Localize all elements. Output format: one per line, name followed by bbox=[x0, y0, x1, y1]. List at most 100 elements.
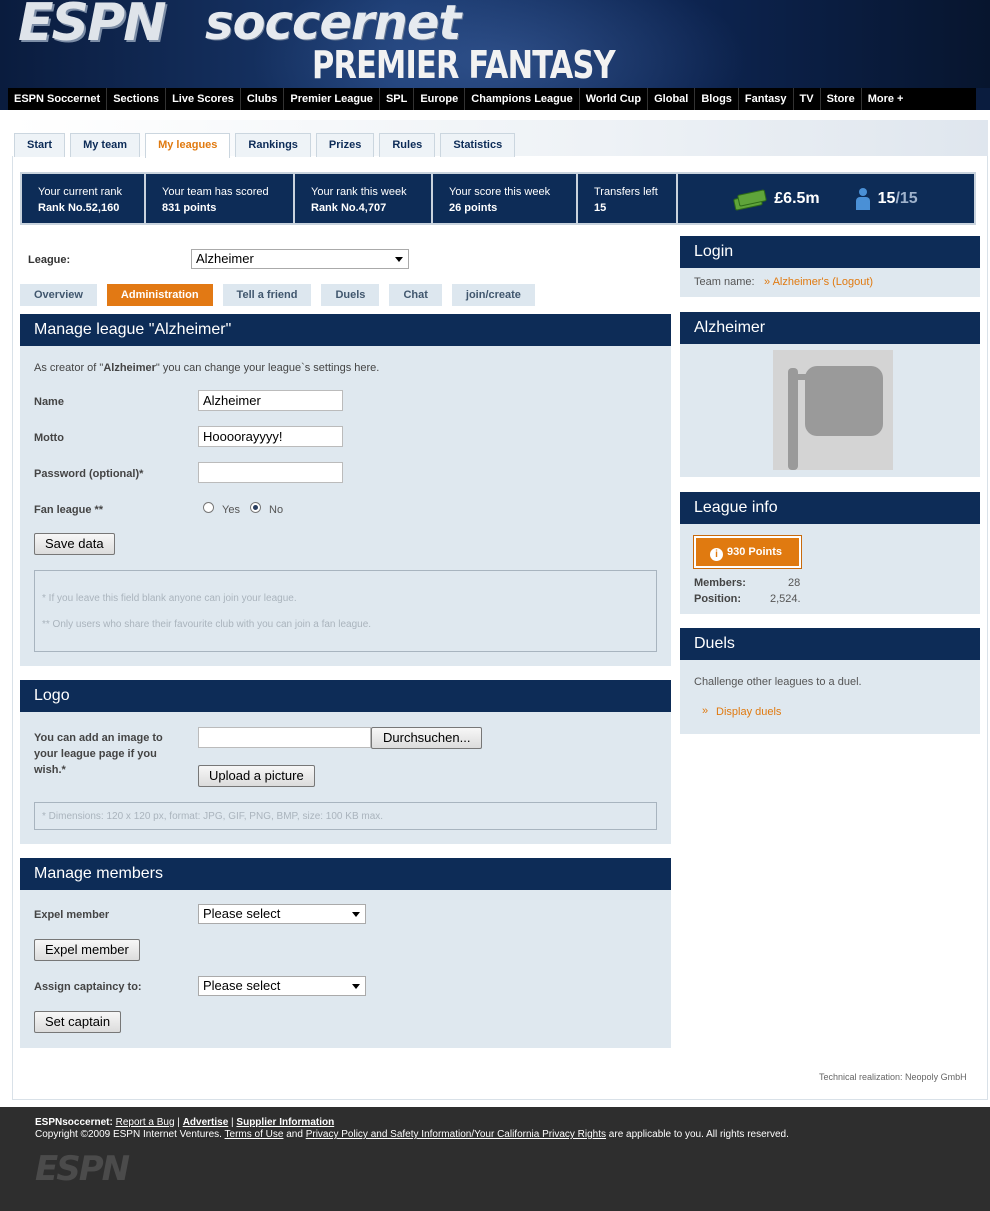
terms-link[interactable]: Terms of Use bbox=[225, 1129, 284, 1140]
logo-file-input[interactable] bbox=[198, 727, 371, 748]
league-info-title: League info bbox=[680, 492, 980, 524]
team-name-label: Team name: bbox=[694, 276, 755, 288]
copyright-text: Copyright ©2009 ESPN Internet Ventures. bbox=[35, 1129, 222, 1140]
stat-team-scored: Your team has scored 831 points bbox=[146, 174, 295, 223]
site-footer: ESPNsoccernet: Report a Bug | Advertise … bbox=[0, 1107, 990, 1211]
motto-input[interactable]: Hoooorayyyy! bbox=[198, 426, 343, 447]
password-input[interactable] bbox=[198, 462, 343, 483]
intro-pre: As creator of " bbox=[34, 362, 104, 374]
nav-tv[interactable]: TV bbox=[794, 88, 821, 110]
tab-start[interactable]: Start bbox=[14, 133, 66, 157]
assign-captain-select[interactable]: Please select bbox=[198, 976, 366, 996]
expel-member-label: Expel member bbox=[34, 909, 110, 921]
nav-europe[interactable]: Europe bbox=[414, 88, 466, 110]
points-value: 930 Points bbox=[727, 546, 783, 558]
logo-panel: Logo You can add an image to your league… bbox=[20, 680, 671, 844]
league-label: League: bbox=[28, 254, 71, 266]
espn-logo[interactable]: ESPN bbox=[18, 0, 167, 49]
members-value: 28 bbox=[788, 577, 801, 589]
privacy-link[interactable]: Privacy Policy and Safety Information/Yo… bbox=[306, 1129, 606, 1140]
league-logo-placeholder bbox=[773, 350, 893, 470]
subtab-join-create[interactable]: join/create bbox=[451, 284, 535, 306]
nav-world-cup[interactable]: World Cup bbox=[580, 88, 649, 110]
nav-champions-league[interactable]: Champions League bbox=[465, 88, 580, 110]
logo-instructions: You can add an image to your league page… bbox=[34, 732, 163, 776]
and-text: and bbox=[286, 1129, 303, 1140]
expel-member-button[interactable]: Expel member bbox=[34, 939, 140, 961]
position-label: Position: bbox=[694, 593, 742, 605]
nav-live-scores[interactable]: Live Scores bbox=[166, 88, 241, 110]
tab-rankings[interactable]: Rankings bbox=[235, 133, 311, 157]
captain-select-value: Please select bbox=[203, 978, 281, 993]
league-select[interactable]: Alzheimer bbox=[191, 249, 409, 269]
tab-my-team[interactable]: My team bbox=[70, 133, 141, 157]
league-card-panel: Alzheimer bbox=[680, 312, 980, 477]
squad-total: /15 bbox=[895, 189, 918, 207]
stat-label: Your current rank bbox=[38, 186, 122, 198]
subtab-overview[interactable]: Overview bbox=[20, 284, 97, 306]
fan-league-no-radio[interactable] bbox=[250, 502, 261, 513]
report-bug-link[interactable]: Report a Bug bbox=[116, 1117, 175, 1128]
soccernet-logo[interactable]: soccernet bbox=[205, 0, 461, 47]
stat-value: 26 points bbox=[449, 202, 498, 214]
display-duels-link[interactable]: Display duels bbox=[716, 706, 781, 718]
nav-fantasy[interactable]: Fantasy bbox=[739, 88, 794, 110]
nav-store[interactable]: Store bbox=[821, 88, 862, 110]
league-name-input[interactable]: Alzheimer bbox=[198, 390, 343, 411]
set-captain-button[interactable]: Set captain bbox=[34, 1011, 122, 1033]
team-logout-link[interactable]: » Alzheimer's (Logout) bbox=[764, 276, 873, 288]
main-tabs: Start My team My leagues Rankings Prizes… bbox=[14, 133, 520, 158]
nav-global[interactable]: Global bbox=[648, 88, 696, 110]
manage-intro: As creator of "Alzheimer" you can change… bbox=[34, 362, 379, 374]
footer-brand: ESPNsoccernet: bbox=[35, 1117, 113, 1128]
note-fan-league: ** Only users who share their favourite … bbox=[42, 619, 372, 630]
rights-text: are applicable to you. All rights reserv… bbox=[608, 1129, 789, 1140]
name-label: Name bbox=[34, 396, 64, 408]
stat-value: 831 points bbox=[162, 202, 217, 214]
stat-week-score: Your score this week 26 points bbox=[433, 174, 578, 223]
footer-links: ESPNsoccernet: Report a Bug | Advertise … bbox=[35, 1117, 335, 1128]
league-info-panel: League info i 930 Points Members: 28 Posi… bbox=[680, 492, 980, 614]
tab-rules[interactable]: Rules bbox=[379, 133, 436, 157]
supplier-link[interactable]: Supplier Information bbox=[236, 1117, 334, 1128]
browse-button[interactable]: Durchsuchen... bbox=[371, 727, 483, 749]
subtab-tell-a-friend[interactable]: Tell a friend bbox=[222, 284, 312, 306]
league-select-value: Alzheimer bbox=[196, 251, 254, 266]
points-badge[interactable]: i 930 Points bbox=[693, 535, 802, 569]
squad-count: 15 bbox=[877, 189, 896, 207]
stat-value: Rank No.52,160 bbox=[38, 202, 120, 214]
nav-premier-league[interactable]: Premier League bbox=[284, 88, 380, 110]
logo-title: Logo bbox=[20, 680, 671, 712]
nav-more[interactable]: More + bbox=[862, 88, 910, 110]
members-label: Members: bbox=[694, 577, 746, 589]
league-subtabs: Overview Administration Tell a friend Du… bbox=[20, 284, 545, 306]
tab-my-leagues[interactable]: My leagues bbox=[145, 133, 231, 158]
logo-dimensions-note: * Dimensions: 120 x 120 px, format: JPG,… bbox=[42, 811, 384, 822]
stat-value: 15 bbox=[594, 202, 607, 214]
note-password: * If you leave this field blank anyone c… bbox=[42, 593, 297, 604]
subtab-duels[interactable]: Duels bbox=[321, 284, 380, 306]
duels-title: Duels bbox=[680, 628, 980, 660]
tab-prizes[interactable]: Prizes bbox=[315, 133, 375, 157]
nav-sections[interactable]: Sections bbox=[107, 88, 167, 110]
stat-label: Transfers left bbox=[594, 186, 658, 198]
nav-spl[interactable]: SPL bbox=[380, 88, 415, 110]
expel-member-select[interactable]: Please select bbox=[198, 904, 366, 924]
nav-espn-soccernet[interactable]: ESPN Soccernet bbox=[8, 88, 108, 110]
duels-text: Challenge other leagues to a duel. bbox=[694, 676, 862, 688]
subtab-administration[interactable]: Administration bbox=[106, 284, 213, 306]
fan-league-no-label: No bbox=[269, 504, 284, 516]
advertise-link[interactable]: Advertise bbox=[183, 1117, 229, 1128]
fan-league-yes-radio[interactable] bbox=[203, 502, 214, 513]
upload-picture-button[interactable]: Upload a picture bbox=[198, 765, 315, 787]
nav-clubs[interactable]: Clubs bbox=[241, 88, 285, 110]
manage-members-panel: Manage members Expel member Please selec… bbox=[20, 858, 671, 1048]
chevron-down-icon bbox=[352, 912, 360, 917]
tab-statistics[interactable]: Statistics bbox=[440, 133, 516, 157]
stat-transfers: Transfers left 15 bbox=[578, 174, 678, 223]
budget-panel: £6.5m 15/15 bbox=[678, 174, 974, 223]
subtab-chat[interactable]: Chat bbox=[389, 284, 442, 306]
nav-blogs[interactable]: Blogs bbox=[695, 88, 739, 110]
stat-current-rank: Your current rank Rank No.52,160 bbox=[22, 174, 146, 223]
save-data-button[interactable]: Save data bbox=[34, 533, 115, 555]
